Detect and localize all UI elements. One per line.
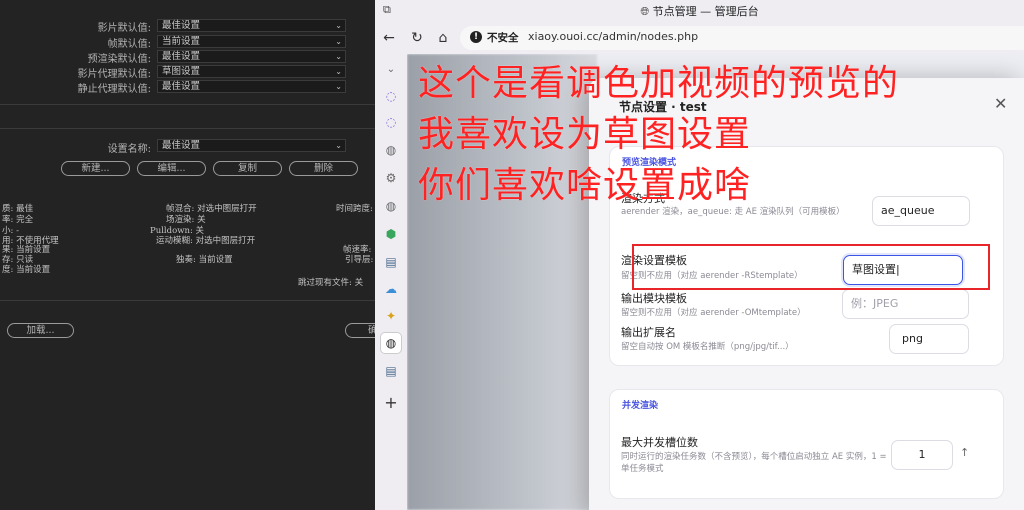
render-template-input[interactable]: 草图设置| [843,255,963,285]
max-slots-label: 最大并发槽位数 [621,436,698,449]
url-text: xiaoy.ouoi.cc/admin/nodes.php [528,30,699,43]
output-ext-label: 输出扩展名 [621,326,676,339]
ae-render-settings-panel: 影片默认值: 最佳设置 ⌄ 帧默认值: 当前设置 ⌄ 预渲染默认值: 最佳设置 ⌄ 影… [0,0,385,510]
render-method-label: 渲染方式 [621,192,665,205]
extension-icon[interactable]: ⬢ [381,224,401,244]
output-ext-input[interactable]: png [889,324,969,354]
chevron-down-icon: ⌄ [335,21,342,30]
detail-guide-layers: 引导层: [345,255,374,265]
output-ext-help: 留空自动按 OM 模板名推断（png/jpg/tif...） [621,342,794,352]
section-divider [0,104,375,105]
movie-default-select[interactable]: 最佳设置 ⌄ [157,19,346,32]
chevron-down-icon[interactable]: ⌄ [381,60,401,80]
output-template-label: 输出模块模板 [621,292,687,305]
still-proxy-default-value: 最佳设置 [162,81,201,92]
render-template-label: 渲染设置模板 [621,254,687,267]
settings-name-label: 设置名称: [107,144,151,155]
max-slots-help: 同时运行的渲染任务数（不含预览），每个槽位启动独立 AE 实例，1 = [621,452,887,462]
output-template-help: 留空则不应用（对应 aerender -OMtemplate） [621,308,806,318]
star-icon[interactable]: ✦ [381,306,401,326]
warning-icon: ! [470,31,482,43]
duplicate-button[interactable]: 复制 [213,161,282,176]
app-icon[interactable]: ◌ [381,112,401,132]
window-title: 节点管理 — 管理后台 [652,5,759,18]
render-section-header: 预览渲染模式 [622,158,677,168]
page-content: 节点设置 · test ✕ 预览渲染模式 渲染方式 aerender 渲染，ae… [407,54,1024,510]
detail-skip-existing: 跳过现有文件: 关 [298,278,364,288]
node-settings-modal: 节点设置 · test ✕ 预览渲染模式 渲染方式 aerender 渲染，ae… [589,78,1024,510]
globe-icon: 🌐︎ [640,5,650,18]
render-template-help: 留空则不应用（对应 aerender -RStemplate） [621,271,803,281]
chevron-down-icon: ⌄ [335,67,342,76]
chevron-down-icon: ⌄ [335,37,342,46]
dimmed-background-page [407,54,597,510]
prerender-default-value: 最佳设置 [162,51,201,62]
render-template-value: 草图设置 [852,263,896,276]
security-label: 不安全 [487,32,519,44]
app-icon[interactable]: ◌ [381,86,401,106]
settings-icon[interactable]: ⚙ [381,168,401,188]
movie-proxy-default-value: 草图设置 [162,66,201,77]
movie-proxy-default-label: 影片代理默认值: [77,69,151,80]
movie-proxy-default-select[interactable]: 草图设置 ⌄ [157,65,346,78]
edit-button[interactable]: 编辑... [137,161,206,176]
movie-default-value: 最佳设置 [162,20,201,31]
modal-title: 节点设置 · test [619,100,707,114]
detail-motion-blur: 运动模糊: 对选中图层打开 [156,236,256,246]
max-slots-input[interactable]: 1 [891,440,953,470]
frame-default-select[interactable]: 当前设置 ⌄ [157,35,346,48]
chevron-down-icon: ⌄ [335,82,342,91]
frame-default-value: 当前设置 [162,36,201,47]
window-title-wrap: 🌐︎ 节点管理 — 管理后台 [375,3,1024,19]
globe-icon-active[interactable]: ◍ [381,333,401,353]
new-button[interactable]: 新建... [61,161,130,176]
stepper-up-icon[interactable]: ↑ [960,446,969,459]
address-bar[interactable]: ! 不安全 xiaoy.ouoi.cc/admin/nodes.php [460,26,1024,50]
frame-default-label: 帧默认值: [107,39,151,50]
section-divider [0,300,375,301]
still-proxy-default-select[interactable]: 最佳设置 ⌄ [157,80,346,93]
settings-name-value: 最佳设置 [162,140,201,151]
globe-icon[interactable]: ◍ [381,140,401,160]
movie-default-label: 影片默认值: [97,23,151,34]
browser-sidebar: ⌄ ◌ ◌ ◍ ⚙ ◍ ⬢ ▤ ☁ ✦ ◍ ▤ + [375,54,407,510]
detail-solo: 独奏: 当前设置 [176,255,233,265]
chevron-down-icon: ⌄ [335,52,342,61]
still-proxy-default-label: 静止代理默认值: [77,84,151,95]
render-method-help: aerender 渲染，ae_queue: 走 AE 渲染队列（可用模板） [621,207,845,217]
detail-depth: 度: 当前设置 [2,265,51,275]
globe-icon[interactable]: ◍ [381,196,401,216]
prerender-default-label: 预渲染默认值: [87,54,151,65]
load-button[interactable]: 加载... [7,323,74,338]
prerender-default-select[interactable]: 最佳设置 ⌄ [157,50,346,63]
close-icon[interactable]: ✕ [994,94,1007,113]
image-icon[interactable]: ▤ [381,252,401,272]
output-template-input[interactable]: 例：JPEG [842,289,969,319]
reload-icon[interactable]: ↻ [407,28,427,48]
render-method-select[interactable]: ae_queue [872,196,970,226]
image-icon[interactable]: ▤ [381,361,401,381]
back-icon[interactable]: ← [379,28,399,48]
max-slots-help-cont: 单任务模式 [621,464,664,474]
title-bar: ⧉ 🌐︎ 节点管理 — 管理后台 [375,0,1024,22]
text-cursor: | [896,263,900,276]
browser-window: ⧉ 🌐︎ 节点管理 — 管理后台 ← ↻ ⌂ ! 不安全 xiaoy.ouoi.… [375,0,1024,510]
home-icon[interactable]: ⌂ [433,28,453,48]
section-divider [0,128,375,129]
chevron-down-icon: ⌄ [335,141,342,150]
cloud-icon[interactable]: ☁ [381,279,401,299]
detail-time-span: 时间跨度: [336,204,373,214]
settings-name-select[interactable]: 最佳设置 ⌄ [157,139,346,152]
browser-toolbar: ← ↻ ⌂ ! 不安全 xiaoy.ouoi.cc/admin/nodes.ph… [375,22,1024,54]
delete-button[interactable]: 删除 [289,161,358,176]
add-icon[interactable]: + [381,393,401,413]
concurrency-section-header: 并发渲染 [622,401,659,411]
